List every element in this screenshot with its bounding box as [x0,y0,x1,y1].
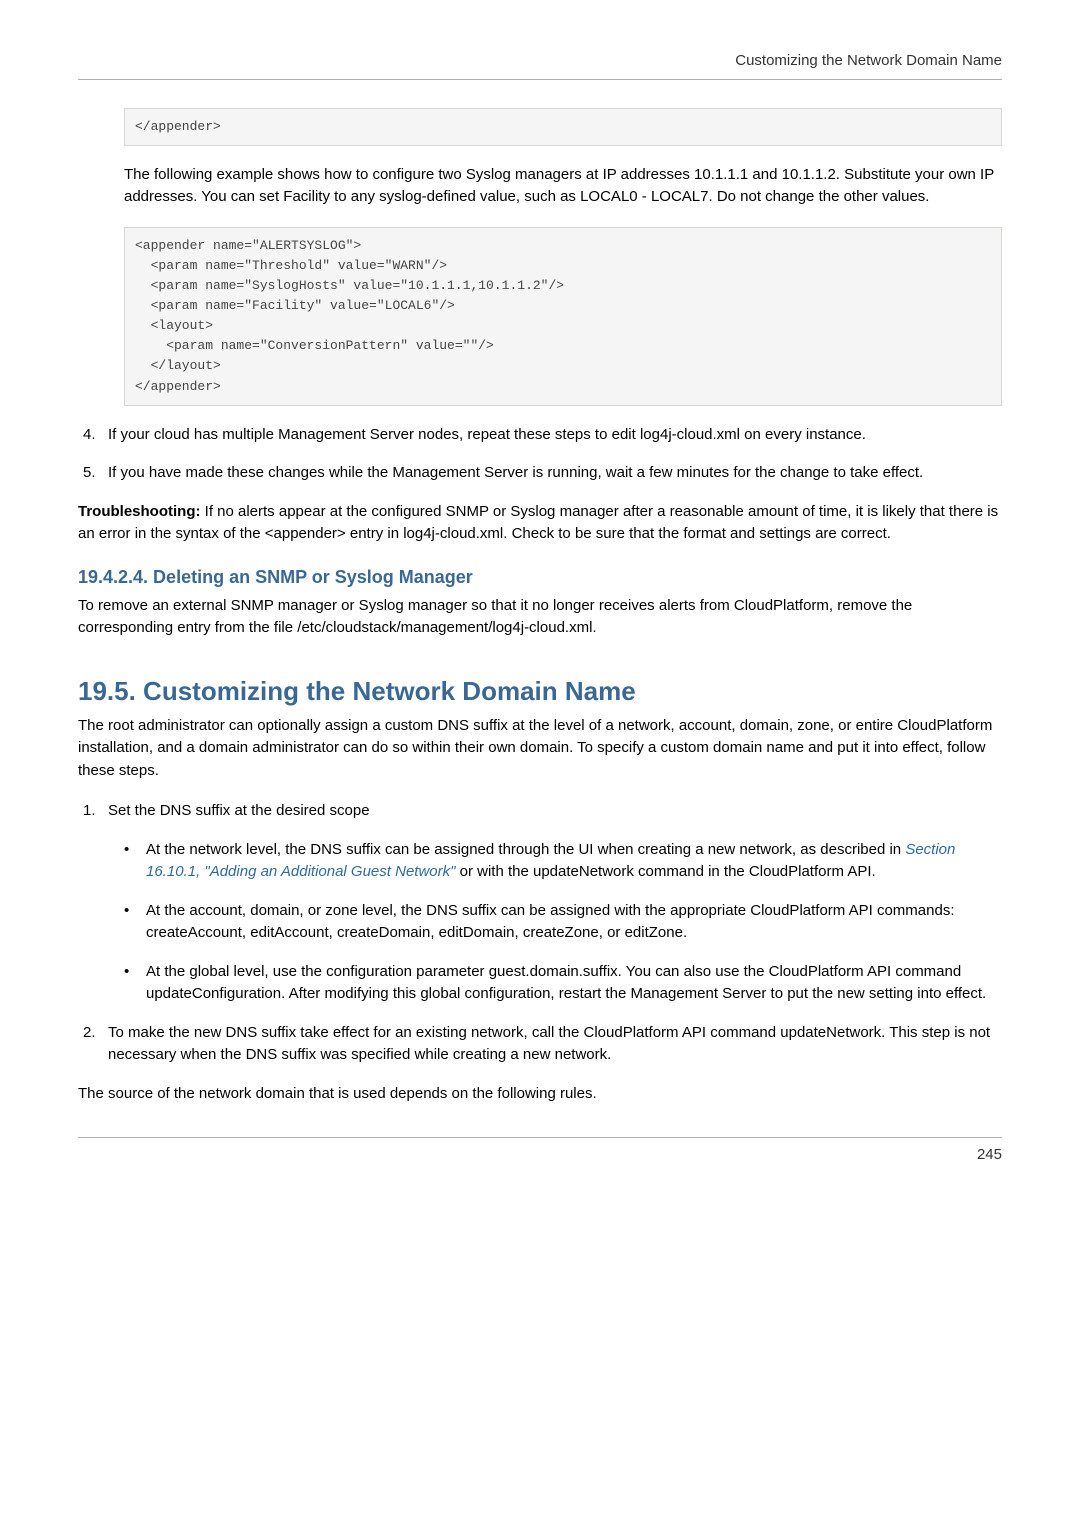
bullet-network-level: • At the network level, the DNS suffix c… [124,839,1002,884]
bullet-network-text-b: or with the updateNetwork command in the… [455,863,875,880]
custom-step-2-number: 2. [78,1022,108,1067]
bullet-global-level: • At the global level, use the configura… [124,961,1002,1006]
heading-customizing-domain: 19.5. Customizing the Network Domain Nam… [78,672,1002,711]
custom-step-1-number: 1. [78,800,108,823]
custom-step-1-text: Set the DNS suffix at the desired scope [108,800,1002,823]
troubleshooting-paragraph: Troubleshooting: If no alerts appear at … [78,501,1002,546]
page-number: 245 [977,1146,1002,1163]
troubleshooting-text: If no alerts appear at the configured SN… [78,503,998,543]
troubleshooting-label: Troubleshooting: [78,503,200,520]
bullet-global-text: At the global level, use the configurati… [146,961,1002,1006]
code-block-alertsyslog: <appender name="ALERTSYSLOG"> <param nam… [124,227,1002,406]
running-header: Customizing the Network Domain Name [78,50,1002,80]
bullet-marker: • [124,900,146,945]
step-4-text: If your cloud has multiple Management Se… [108,424,1002,447]
page-footer: 245 [78,1137,1002,1167]
bullet-marker: • [124,839,146,884]
step-4: 4. If your cloud has multiple Management… [78,424,1002,447]
bullet-network-text-a: At the network level, the DNS suffix can… [146,841,905,858]
step-5: 5. If you have made these changes while … [78,462,1002,485]
heading-deleting-snmp-syslog: 19.4.2.4. Deleting an SNMP or Syslog Man… [78,564,1002,591]
paragraph-source-rules: The source of the network domain that is… [78,1083,1002,1106]
custom-step-2-text: To make the new DNS suffix take effect f… [108,1022,1002,1067]
step-5-number: 5. [78,462,108,485]
custom-step-1: 1. Set the DNS suffix at the desired sco… [78,800,1002,823]
paragraph-example-intro: The following example shows how to confi… [124,164,1002,209]
bullet-marker: • [124,961,146,1006]
bullet-account-text: At the account, domain, or zone level, t… [146,900,1002,945]
bullet-account-level: • At the account, domain, or zone level,… [124,900,1002,945]
paragraph-deleting: To remove an external SNMP manager or Sy… [78,595,1002,640]
paragraph-customizing-intro: The root administrator can optionally as… [78,715,1002,783]
code-block-appender-close: </appender> [124,108,1002,146]
custom-step-2: 2. To make the new DNS suffix take effec… [78,1022,1002,1067]
step-4-number: 4. [78,424,108,447]
step-5-text: If you have made these changes while the… [108,462,1002,485]
